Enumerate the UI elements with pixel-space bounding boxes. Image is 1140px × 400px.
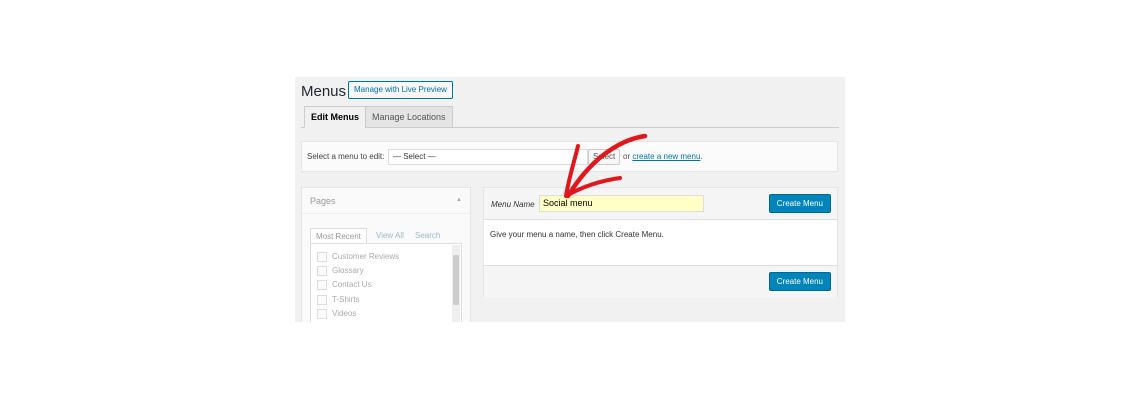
menu-edit-header: Menu Name Social menu Create Menu [484,188,837,220]
page-title: Menus [301,83,347,100]
menu-edit-panel: Menu Name Social menu Create Menu Give y… [483,187,838,298]
list-item[interactable]: Videos [317,309,356,319]
tab-edit-menus[interactable]: Edit Menus [304,106,367,128]
page-item-label: Customer Reviews [332,252,400,261]
create-menu-button[interactable]: Create Menu [768,194,831,213]
collapse-arrow-icon[interactable]: ▲ [456,197,462,203]
page-item-label: T-Shirts [332,295,360,304]
create-new-menu-link[interactable]: create a new menu [632,152,700,161]
pages-checklist: Customer Reviews Glossary Contact Us T-S… [310,243,462,322]
manage-live-preview-button[interactable]: Manage with Live Preview [348,81,453,99]
list-item[interactable]: Glossary [317,266,364,276]
checkbox[interactable] [317,295,327,305]
select-menu-label: Select a menu to edit: [307,152,385,161]
tab-search[interactable]: Search [415,228,440,244]
menu-instructions: Give your menu a name, then click Create… [490,230,664,239]
menu-name-input[interactable]: Social menu [539,195,704,212]
checkbox[interactable] [317,280,327,290]
page-item-label: Contact Us [332,280,372,289]
menus-admin-panel: Menus Manage with Live Preview Edit Menu… [295,77,845,322]
checkbox[interactable] [317,266,327,276]
tab-manage-locations[interactable]: Manage Locations [365,106,453,128]
menu-edit-footer: Create Menu [484,265,837,298]
or-label: or [623,152,631,161]
select-button[interactable]: Select [588,149,621,165]
page-item-label: Glossary [332,266,364,275]
link-period: . [700,152,703,161]
select-menu-bar: Select a menu to edit: — Select — Select… [301,141,838,172]
list-item[interactable]: Customer Reviews [317,252,399,262]
create-menu-button-bottom[interactable]: Create Menu [768,272,831,291]
checkbox[interactable] [317,252,327,262]
tab-view-all[interactable]: View All [376,228,404,244]
scroll-thumb[interactable] [453,255,459,305]
or-create-text: or create a new menu. [623,152,703,161]
menu-select-dropdown[interactable]: — Select — [388,149,588,165]
list-item[interactable]: T-Shirts [317,295,360,305]
tab-most-recent[interactable]: Most Recent [310,228,367,244]
pages-scrollbar[interactable] [452,245,460,322]
page-item-label: Videos [332,309,357,318]
menu-name-label: Menu Name [491,200,535,209]
pages-panel-header[interactable]: Pages ▲ [302,188,470,214]
pages-panel: Pages ▲ Most Recent View All Search Cust… [301,187,471,322]
pages-tabs-container: Most Recent View All Search Customer Rev… [310,228,462,322]
pages-panel-title: Pages [310,196,336,206]
list-item[interactable]: Contact Us [317,280,372,290]
checkbox[interactable] [317,309,327,319]
